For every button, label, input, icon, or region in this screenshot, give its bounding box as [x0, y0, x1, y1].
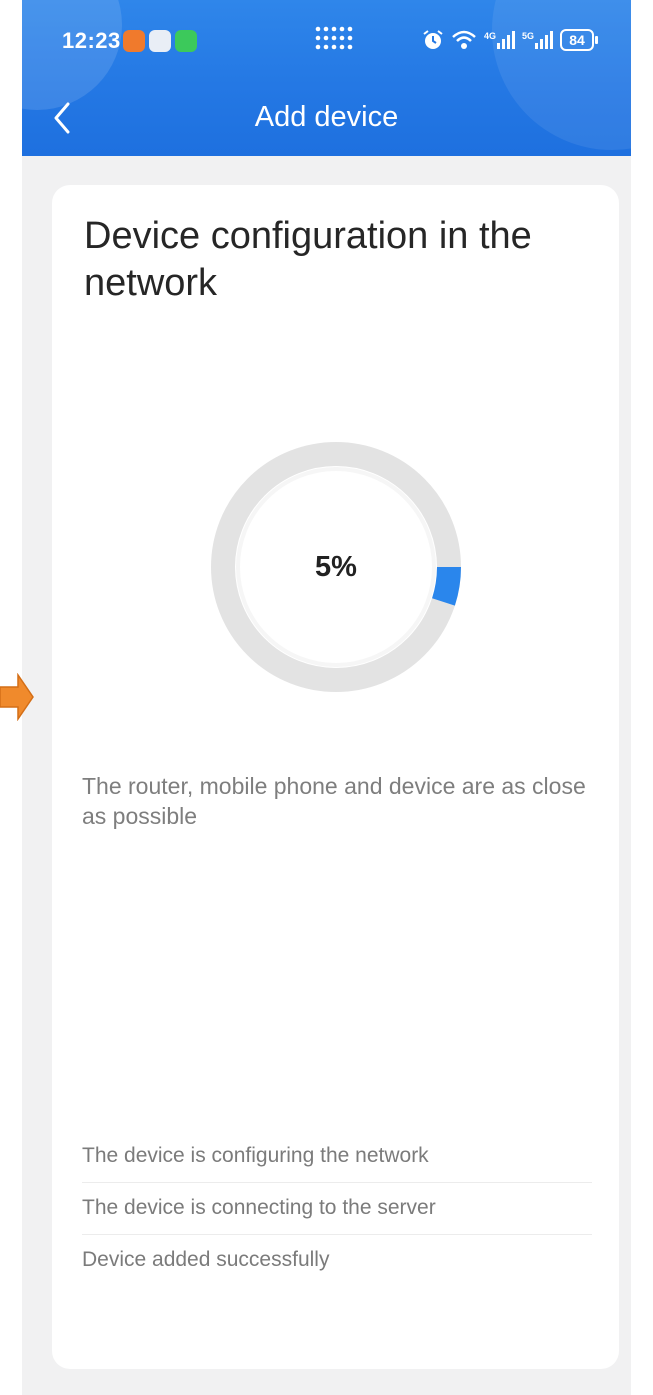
header: 12:23 4G 5G 84 Add device [22, 0, 631, 156]
wifi-icon [452, 30, 476, 49]
config-card: Device configuration in the network 5% T… [52, 185, 619, 1369]
arrow-right-icon [0, 673, 34, 721]
battery-tip [595, 36, 599, 44]
alarm-icon [423, 30, 443, 49]
progress-ring: 5% [210, 441, 462, 693]
gallery-notification-icon [149, 30, 171, 52]
signal-5g-icon: 5G [522, 31, 554, 49]
chat-notification-icon [175, 30, 197, 52]
proximity-tip: The router, mobile phone and device are … [82, 773, 586, 829]
card-title: Device configuration in the network [84, 215, 532, 304]
app-notification-icon [123, 30, 145, 52]
phone-screen: 12:23 4G 5G 84 Add device Device configu… [22, 0, 631, 1395]
steps-list: The device is configuring the network Th… [82, 1131, 592, 1287]
progress-percent: 5% [315, 550, 357, 583]
step-configuring-network: The device is configuring the network [82, 1131, 592, 1183]
battery-indicator: 84 [560, 29, 595, 51]
status-time: 12:23 [62, 28, 121, 53]
status-icons: 4G 5G 84 [422, 26, 599, 54]
status-bar: 12:23 4G 5G 84 [22, 0, 631, 90]
dots-grid-icon [315, 26, 353, 50]
page-title: Add device [254, 101, 399, 133]
signal-4g-icon: 4G [484, 31, 516, 49]
nav-bar: Add device [22, 90, 631, 152]
step-connecting-server: The device is connecting to the server [82, 1183, 592, 1235]
step-device-added: Device added successfully [82, 1248, 330, 1271]
